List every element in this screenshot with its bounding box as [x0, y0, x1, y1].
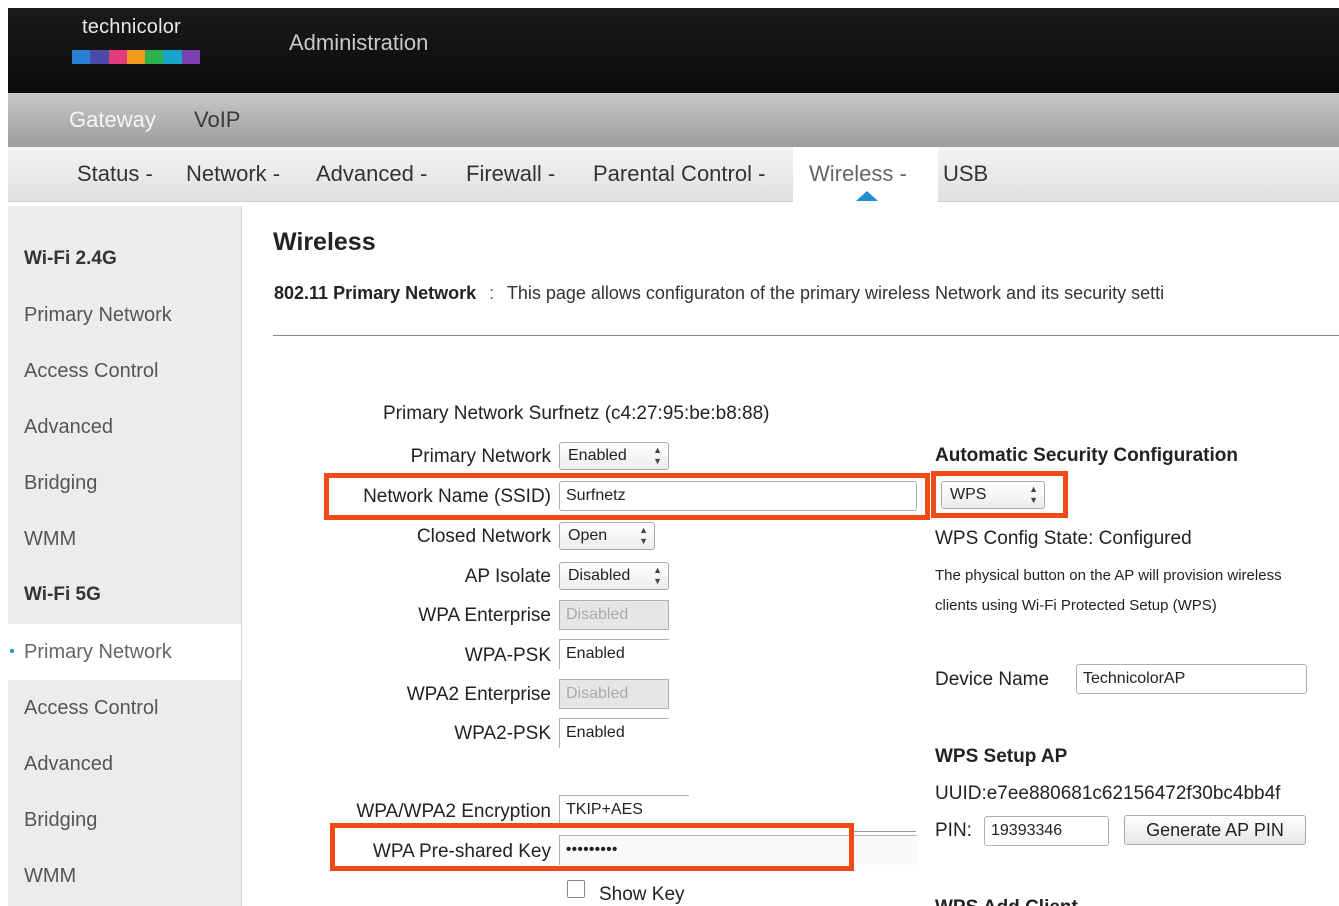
auto-security-select[interactable]: WPS ▲ ▼ [941, 481, 1045, 509]
ssid-highlight-box [324, 473, 930, 520]
tab-status[interactable]: Status - [77, 161, 153, 187]
wpa2-enterprise-field: Disabled [559, 679, 669, 709]
sidebar-item-advanced-5g[interactable]: Advanced [8, 736, 242, 792]
pin-label: PIN: [935, 820, 972, 841]
active-bullet-icon [10, 649, 14, 653]
spinner-arrows-icon: ▲ ▼ [653, 565, 662, 586]
wpa2-psk-field: Enabled [559, 718, 669, 748]
wps-add-client-heading: WPS Add Client [935, 897, 1078, 906]
active-tab-caret-icon [856, 191, 878, 201]
spinner-arrows-icon: ▲ ▼ [639, 525, 648, 546]
generate-ap-pin-button[interactable]: Generate AP PIN [1124, 815, 1306, 845]
sidebar-item-access-control-5g[interactable]: Access Control [8, 680, 242, 736]
tab-advanced[interactable]: Advanced - [316, 161, 427, 187]
tab-usb[interactable]: USB [943, 161, 988, 187]
closed-network-label: Closed Network [416, 526, 551, 547]
wps-config-state: WPS Config State: Configured [935, 528, 1192, 549]
closed-network-value: Open [568, 527, 608, 544]
nav-gateway[interactable]: Gateway [69, 107, 156, 133]
page-description: 802.11 Primary Network : This page allow… [274, 283, 1164, 304]
primary-nav: Gateway VoIP [8, 93, 1339, 147]
top-header: technicolor Administration [8, 8, 1339, 93]
device-name-label: Device Name [935, 669, 1050, 690]
primary-network-select[interactable]: Enabled ▲ ▼ [559, 442, 669, 470]
wpa2-psk-label: WPA2-PSK [454, 723, 551, 744]
sidebar-item-primary-network-5g[interactable]: Primary Network [8, 624, 241, 680]
tab-wireless[interactable]: Wireless - [809, 161, 907, 187]
wps-note-line-1: The physical button on the AP will provi… [935, 567, 1282, 584]
auto-security-heading: Automatic Security Configuration [935, 445, 1238, 466]
wps-uuid: UUID:e7ee880681c62156472f30bc4bb4f [935, 783, 1281, 804]
page-title: Wireless [273, 228, 376, 256]
description-text: This page allows configuraton of the pri… [506, 283, 1165, 303]
nav-voip[interactable]: VoIP [194, 107, 240, 133]
wpa-psk-label: WPA-PSK [464, 645, 551, 666]
ap-isolate-label: AP Isolate [464, 566, 551, 587]
wpa-enterprise-label: WPA Enterprise [418, 605, 551, 626]
network-heading: Primary Network Surfnetz (c4:27:95:be:b8… [383, 403, 770, 424]
encryption-field: TKIP+AES [559, 795, 689, 825]
auto-security-value: WPS [950, 486, 987, 503]
tab-network[interactable]: Network - [186, 161, 280, 187]
tab-firewall[interactable]: Firewall - [466, 161, 555, 187]
spinner-arrows-icon: ▲ ▼ [653, 445, 662, 466]
sidebar-item-primary-network-24g[interactable]: Primary Network [8, 287, 242, 343]
sidebar-item-access-control-24g[interactable]: Access Control [8, 343, 242, 399]
sidebar-item-label: Primary Network [24, 641, 172, 663]
device-name-input[interactable]: TechnicolorAP [1076, 664, 1307, 694]
ap-isolate-value: Disabled [568, 567, 631, 584]
wpa-enterprise-field: Disabled [559, 600, 669, 630]
connector-line [854, 831, 916, 832]
wpa-psk-field: Enabled [559, 639, 669, 669]
wpa2-enterprise-label: WPA2 Enterprise [406, 684, 551, 705]
show-key-checkbox[interactable] [567, 880, 585, 898]
sidebar-heading-wifi-24g: Wi-Fi 2.4G [24, 248, 117, 269]
sidebar-item-wmm-5g[interactable]: WMM [8, 848, 242, 904]
closed-network-select[interactable]: Open ▲ ▼ [559, 522, 655, 550]
spinner-arrows-icon: ▲ ▼ [1029, 484, 1038, 505]
sidebar-item-wmm-24g[interactable]: WMM [8, 511, 242, 567]
sidebar-heading-wifi-5g: Wi-Fi 5G [24, 584, 101, 605]
description-title: 802.11 Primary Network [274, 283, 477, 303]
brand-color-bar [72, 50, 200, 64]
encryption-label: WPA/WPA2 Encryption [356, 801, 551, 822]
secondary-nav: Status - Network - Advanced - Firewall -… [8, 147, 1339, 202]
sidebar: Wi-Fi 2.4G Primary Network Access Contro… [8, 206, 242, 906]
wps-note-line-2: clients using Wi-Fi Protected Setup (WPS… [935, 597, 1217, 614]
tab-parental-control[interactable]: Parental Control - [593, 161, 765, 187]
pin-input[interactable]: 19393346 [984, 816, 1109, 846]
wps-setup-heading: WPS Setup AP [935, 746, 1068, 767]
primary-network-value: Enabled [568, 447, 627, 464]
page-header-title: Administration [289, 30, 429, 55]
technicolor-logo: technicolor [72, 16, 212, 76]
description-separator: : [489, 283, 495, 303]
primary-network-label: Primary Network [410, 446, 551, 467]
sidebar-item-advanced-24g[interactable]: Advanced [8, 399, 242, 455]
divider [273, 335, 1339, 336]
psk-highlight-box [330, 823, 854, 871]
ap-isolate-select[interactable]: Disabled ▲ ▼ [559, 562, 669, 590]
sidebar-item-bridging-5g[interactable]: Bridging [8, 792, 242, 848]
brand-name: technicolor [82, 16, 181, 38]
sidebar-item-bridging-24g[interactable]: Bridging [8, 455, 242, 511]
show-key-label: Show Key [599, 884, 685, 905]
